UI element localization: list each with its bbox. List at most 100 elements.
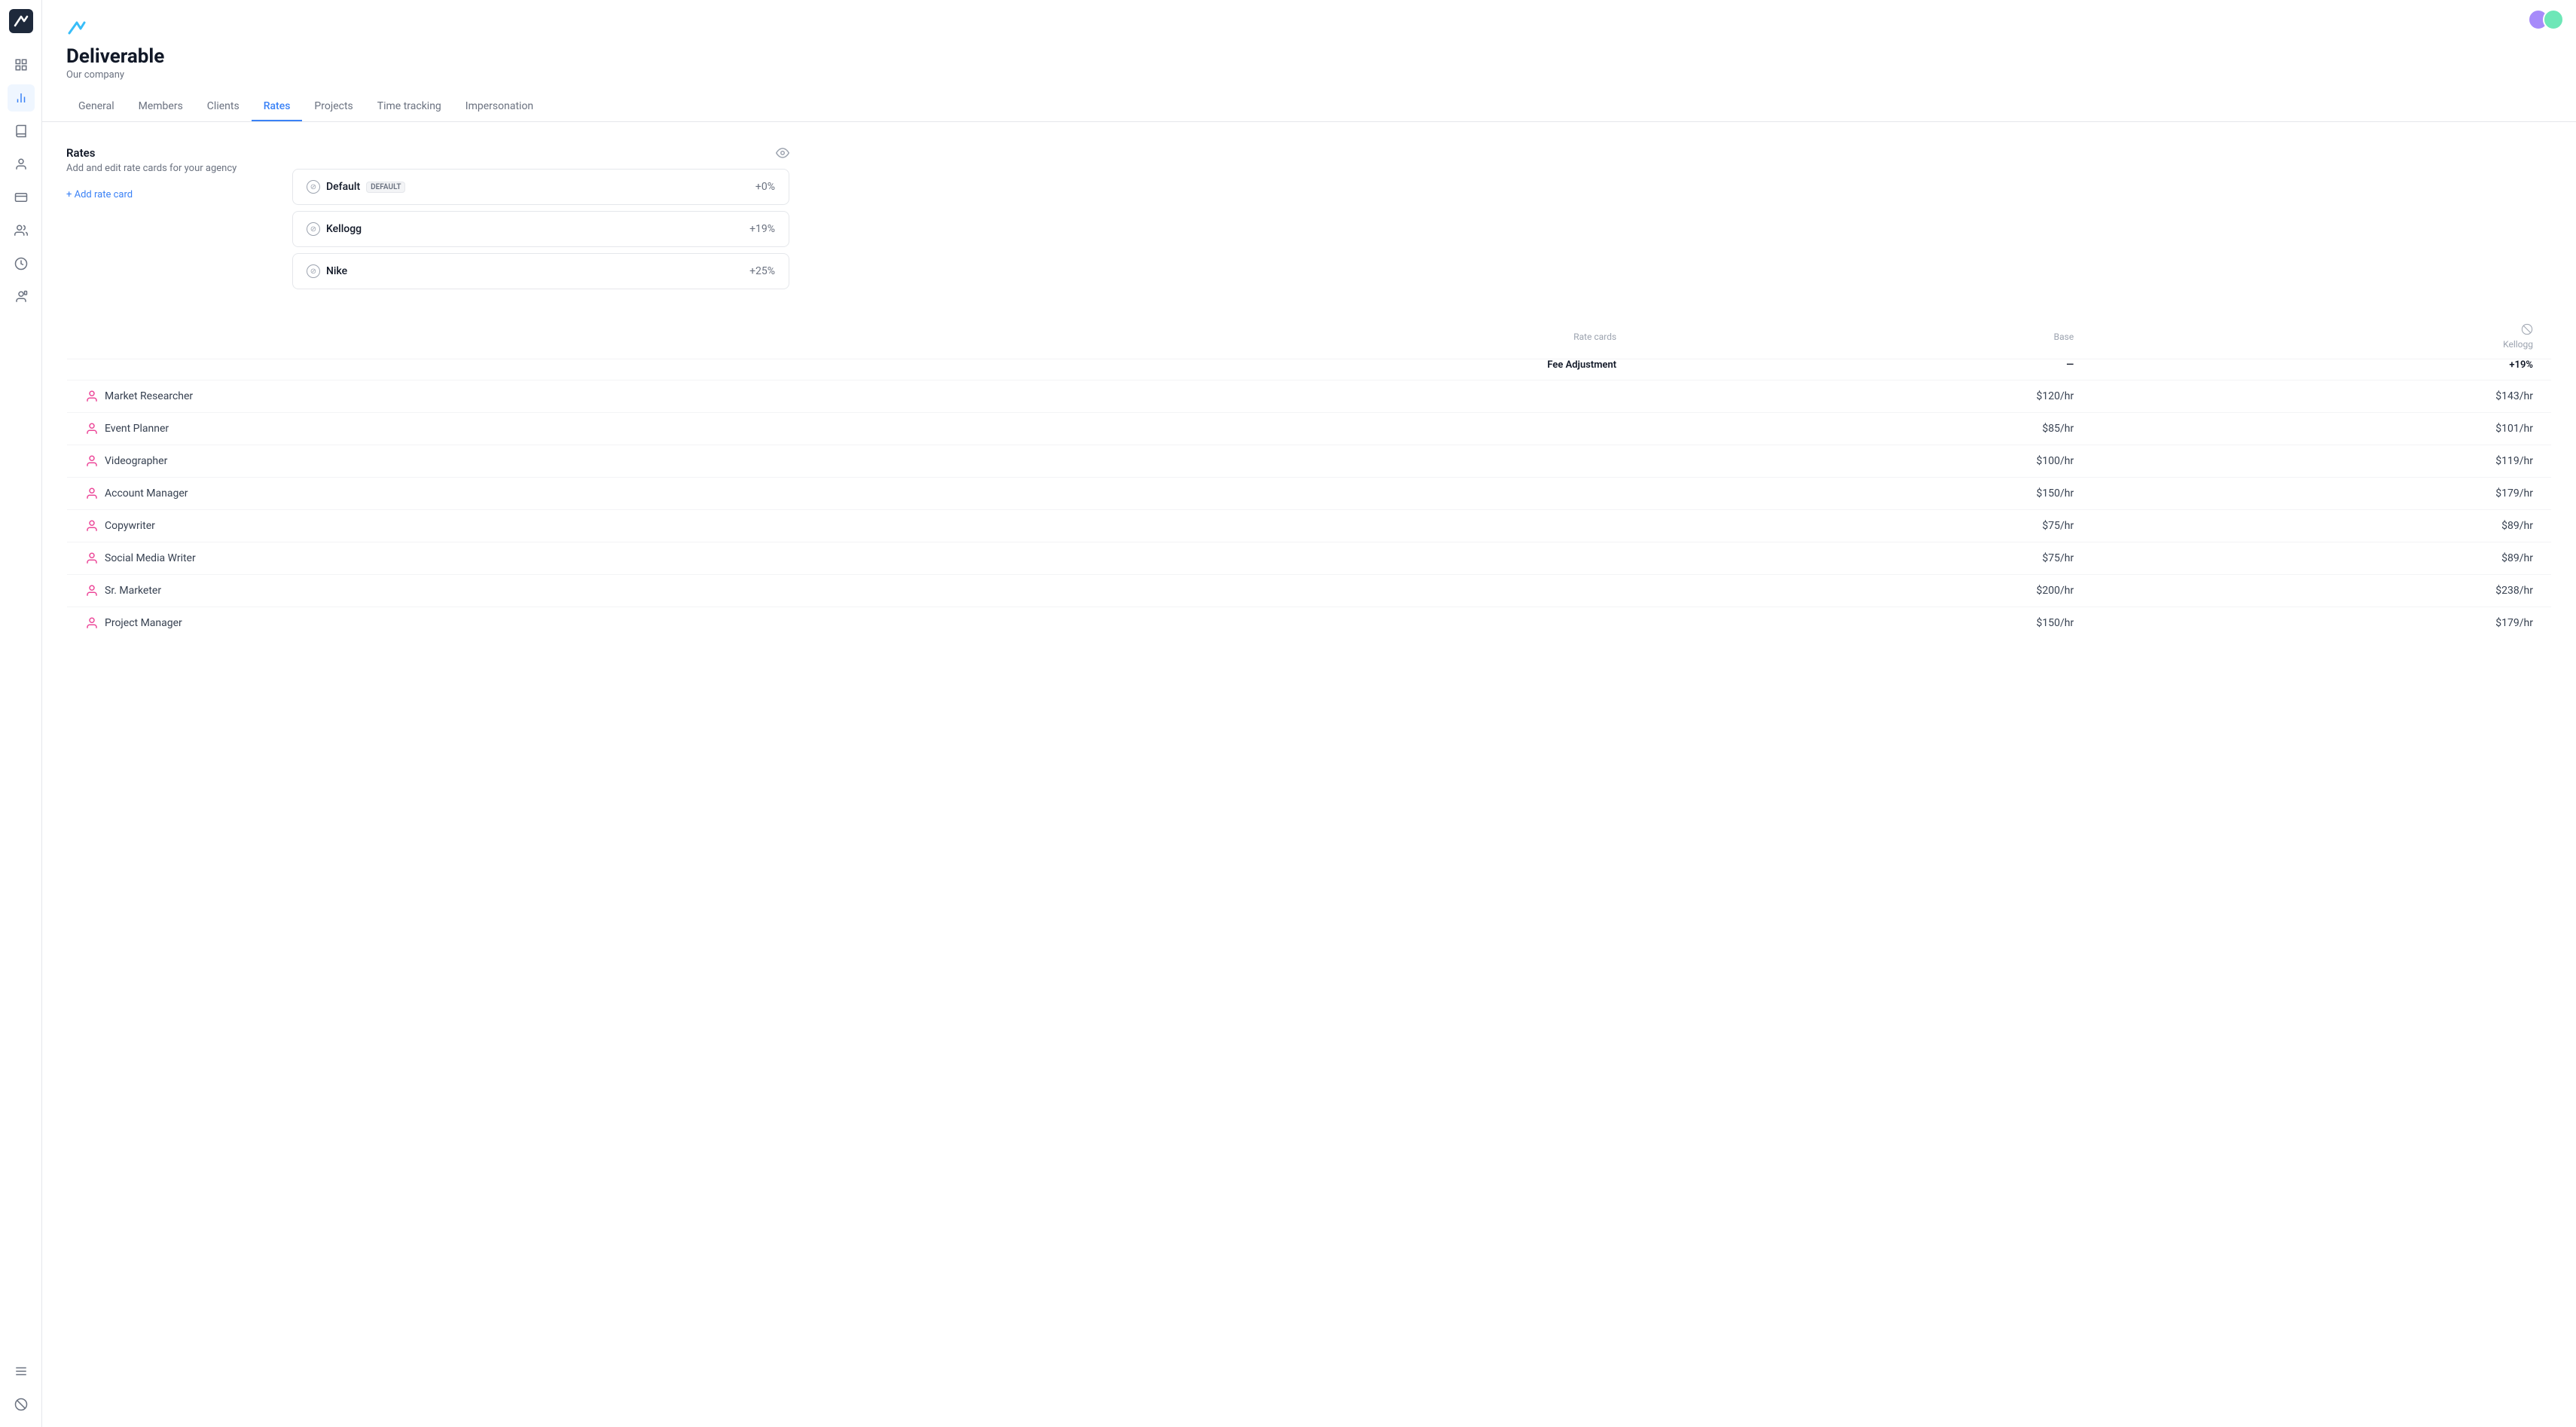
app-logo: [66, 18, 2552, 39]
eye-area: [292, 146, 789, 163]
sidebar-item-analytics[interactable]: [8, 84, 35, 112]
rates-title: Rates: [66, 146, 262, 160]
rate-cards-list: ⊘ Default DEFAULT +0% ⊘ Kellogg +19%: [292, 169, 789, 289]
table-row[interactable]: Event Planner $85/hr $101/hr: [67, 413, 2552, 445]
col-fee-header: Fee Adjustment: [981, 359, 1635, 380]
page-header: Deliverable Our company General Members …: [42, 0, 2576, 122]
cell-base-6: $200/hr: [1634, 575, 2092, 607]
table-row[interactable]: Market Researcher $120/hr $143/hr: [67, 380, 2552, 413]
table-row[interactable]: Account Manager $150/hr $179/hr: [67, 478, 2552, 510]
cell-role-3: Account Manager: [67, 478, 981, 510]
cell-role-name-7: Project Manager: [105, 617, 182, 629]
rate-card-nike-name: Nike: [326, 265, 347, 277]
col-fee-label: [67, 359, 981, 380]
cell-base-1: $85/hr: [1634, 413, 2092, 445]
tab-members[interactable]: Members: [127, 93, 195, 121]
cell-empty-0: [981, 380, 1635, 413]
cell-kellogg-3: $179/hr: [2092, 478, 2551, 510]
cell-empty-1: [981, 413, 1635, 445]
rates-table: Rate cards Base Kellogg: [66, 313, 2552, 640]
kellogg-circle-icon: [2521, 323, 2533, 338]
cell-base-3: $150/hr: [1634, 478, 2092, 510]
table-row[interactable]: Social Media Writer $75/hr $89/hr: [67, 542, 2552, 575]
table-row[interactable]: Videographer $100/hr $119/hr: [67, 445, 2552, 478]
rates-table-body: Market Researcher $120/hr $143/hr Event …: [67, 380, 2552, 640]
rate-card-default-pct: +0%: [755, 181, 775, 193]
page-subtitle: Our company: [66, 69, 2552, 81]
rate-card-kellogg-left: ⊘ Kellogg: [307, 222, 362, 236]
tab-general[interactable]: General: [66, 93, 127, 121]
cell-role-name-4: Copywriter: [105, 520, 155, 532]
col-kellogg-header: Kellogg: [2092, 314, 2551, 359]
col-role-header: [67, 314, 981, 359]
top-right-area: [2528, 9, 2564, 30]
rate-card-nike-left: ⊘ Nike: [307, 264, 347, 278]
cell-base-7: $150/hr: [1634, 607, 2092, 640]
cell-role-7: Project Manager: [67, 607, 981, 640]
sidebar-item-people[interactable]: [8, 217, 35, 244]
sidebar-item-menu[interactable]: [8, 1358, 35, 1385]
table-row[interactable]: Project Manager $150/hr $179/hr: [67, 607, 2552, 640]
sidebar-item-book[interactable]: [8, 118, 35, 145]
avatar-2[interactable]: [2543, 9, 2564, 30]
tab-rates[interactable]: Rates: [252, 93, 303, 121]
cell-base-5: $75/hr: [1634, 542, 2092, 575]
rate-card-kellogg[interactable]: ⊘ Kellogg +19%: [292, 211, 789, 247]
cell-base-2: $100/hr: [1634, 445, 2092, 478]
eye-icon[interactable]: [776, 146, 789, 163]
cell-role-0: Market Researcher: [67, 380, 981, 413]
rate-card-nike-icon: ⊘: [307, 264, 320, 278]
cell-kellogg-6: $238/hr: [2092, 575, 2551, 607]
cell-empty-3: [981, 478, 1635, 510]
rate-card-default-name: Default: [326, 181, 360, 193]
rates-table-section: Rate cards Base Kellogg: [42, 313, 2576, 664]
col-base-dash: —: [1634, 359, 2092, 380]
cell-role-4: Copywriter: [67, 510, 981, 542]
sidebar-item-clock[interactable]: [8, 250, 35, 277]
sidebar-item-invoice[interactable]: [8, 184, 35, 211]
cell-kellogg-7: $179/hr: [2092, 607, 2551, 640]
sidebar-item-contact[interactable]: [8, 283, 35, 310]
cell-role-1: Event Planner: [67, 413, 981, 445]
tab-time-tracking[interactable]: Time tracking: [365, 93, 453, 121]
rate-card-kellogg-icon: ⊘: [307, 222, 320, 236]
rate-card-nike[interactable]: ⊘ Nike +25%: [292, 253, 789, 289]
tabs-nav: General Members Clients Rates Projects T…: [66, 93, 2552, 121]
sidebar-logo: [9, 9, 33, 33]
table-row[interactable]: Copywriter $75/hr $89/hr: [67, 510, 2552, 542]
rate-card-default-icon: ⊘: [307, 180, 320, 194]
col-rate-cards-header: Rate cards: [981, 314, 1635, 359]
add-rate-card-link[interactable]: + Add rate card: [66, 189, 133, 200]
cell-base-4: $75/hr: [1634, 510, 2092, 542]
cell-role-name-5: Social Media Writer: [105, 552, 196, 564]
rate-card-default[interactable]: ⊘ Default DEFAULT +0%: [292, 169, 789, 205]
cell-role-name-1: Event Planner: [105, 423, 169, 435]
cell-kellogg-2: $119/hr: [2092, 445, 2551, 478]
cell-role-5: Social Media Writer: [67, 542, 981, 575]
tab-clients[interactable]: Clients: [195, 93, 252, 121]
tab-projects[interactable]: Projects: [302, 93, 365, 121]
cell-role-name-0: Market Researcher: [105, 390, 193, 402]
table-row[interactable]: Sr. Marketer $200/hr $238/hr: [67, 575, 2552, 607]
col-kellogg-pct: +19%: [2092, 359, 2551, 380]
cell-base-0: $120/hr: [1634, 380, 2092, 413]
sidebar-item-dashboard[interactable]: [8, 51, 35, 78]
cell-role-2: Videographer: [67, 445, 981, 478]
sidebar-item-users[interactable]: [8, 151, 35, 178]
table-header-row-2: Fee Adjustment — +19%: [67, 359, 2552, 380]
cell-empty-2: [981, 445, 1635, 478]
cell-kellogg-0: $143/hr: [2092, 380, 2551, 413]
table-header-row-1: Rate cards Base Kellogg: [67, 314, 2552, 359]
cell-empty-5: [981, 542, 1635, 575]
rates-content: Rates Add and edit rate cards for your a…: [42, 122, 2576, 313]
sidebar-item-settings[interactable]: [8, 1391, 35, 1418]
cell-empty-7: [981, 607, 1635, 640]
rates-description: Add and edit rate cards for your agency: [66, 163, 262, 174]
tab-impersonation[interactable]: Impersonation: [453, 93, 545, 121]
cell-kellogg-5: $89/hr: [2092, 542, 2551, 575]
rates-left-panel: Rates Add and edit rate cards for your a…: [66, 146, 262, 289]
avatar-pair: [2528, 9, 2564, 30]
col-base-header: Base: [1634, 314, 2092, 359]
rate-card-kellogg-pct: +19%: [749, 223, 775, 235]
sidebar: [0, 0, 42, 1427]
